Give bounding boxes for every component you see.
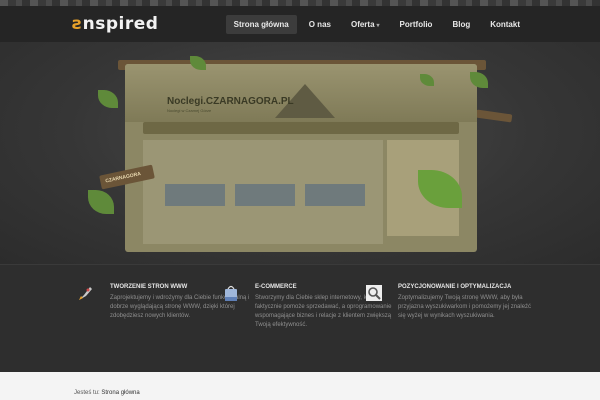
main-nav: Strona główna O nas Oferta ▾ Portfolio Bl… [222, 15, 528, 34]
logo-text: nspired [82, 14, 159, 34]
site-logo[interactable]: ƨnspired [72, 14, 158, 34]
chevron-down-icon: ▾ [376, 23, 380, 29]
slide-screenshot[interactable]: Noclegi.CZARNAGORA.PL Noclegi w Czarnej … [125, 64, 477, 252]
content-area: Jesteś tu: Strona główna [0, 372, 600, 400]
hero-slider: Noclegi.CZARNAGORA.PL Noclegi w Czarnej … [0, 42, 600, 284]
service-seo: Pozycjonowanie i optymalizacja Zoptymali… [366, 283, 538, 321]
magnifier-icon [366, 285, 382, 301]
breadcrumb-prefix: Jesteś tu: [74, 390, 100, 396]
slide-site-subtitle: Noclegi w Czarnej Górze [167, 108, 212, 113]
nav-item-offer[interactable]: Oferta ▾ [343, 15, 388, 34]
nav-item-about[interactable]: O nas [301, 15, 339, 34]
nav-item-contact[interactable]: Kontakt [482, 15, 528, 34]
slide-site-title: Noclegi.CZARNAGORA.PL [167, 96, 294, 107]
nav-item-home[interactable]: Strona główna [225, 15, 297, 34]
slide-menu-bar [143, 122, 459, 134]
nav-item-blog[interactable]: Blog [444, 15, 478, 34]
breadcrumb-current[interactable]: Strona główna [101, 390, 139, 396]
service-description: Zoptymalizujemy Twoją stronę WWW, aby by… [398, 295, 532, 319]
slide-content-area [143, 140, 383, 244]
breadcrumb: Jesteś tu: Strona główna [74, 390, 140, 396]
wood-plank-right [475, 109, 513, 123]
leaf-decoration [88, 190, 114, 214]
leaf-decoration [98, 90, 118, 108]
shopping-bag-icon [225, 285, 237, 301]
services-band: Tworzenie stron www Zaprojektujemy i wdr… [0, 264, 600, 372]
rocket-icon [79, 287, 92, 300]
nav-item-portfolio[interactable]: Portfolio [392, 15, 441, 34]
service-title: Pozycjonowanie i optymalizacja [398, 284, 512, 290]
site-header: ƨnspired Strona główna O nas Oferta ▾ Por… [0, 6, 600, 42]
